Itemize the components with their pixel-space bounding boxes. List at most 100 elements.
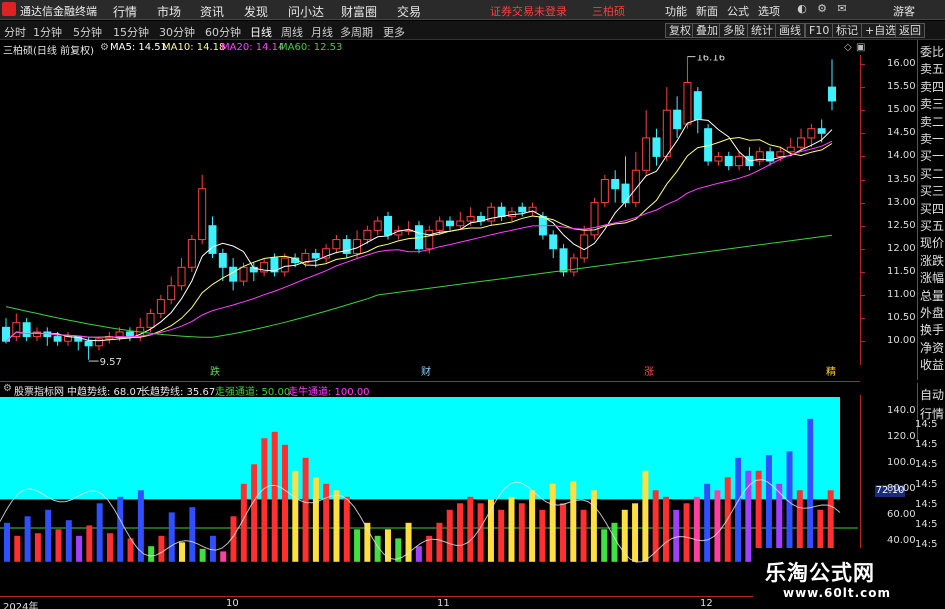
period-weekly[interactable]: 周线 (281, 24, 303, 40)
indicator-bar (148, 546, 155, 562)
price-tick (861, 225, 865, 227)
price-tick-label: 11.00 (887, 289, 916, 300)
candle-body (332, 239, 341, 250)
menu-ask[interactable]: 问小达 (288, 3, 324, 20)
gear-icon[interactable]: ⚙ (3, 383, 12, 394)
candle-body (456, 220, 465, 227)
menu-options[interactable]: 选项 (758, 3, 780, 19)
time-label-cut: 14:5 (915, 499, 938, 510)
indicator-bar (158, 535, 165, 562)
price-tick-label: 11.50 (887, 265, 916, 277)
menu-trade[interactable]: 交易 (397, 3, 421, 20)
period-1min[interactable]: 1分钟 (33, 24, 62, 40)
indicator-bar (302, 457, 309, 562)
quote-label: 收益 (920, 358, 945, 373)
period-multi[interactable]: 多周期 (340, 24, 373, 40)
indicator-bar (312, 477, 319, 562)
settings-icon[interactable]: ⚙ (815, 2, 829, 16)
price-tick (861, 179, 865, 181)
indicator-bar (457, 503, 464, 562)
quote-label: 现价 (920, 236, 945, 251)
candle-body (559, 248, 568, 273)
indicator-bar (106, 533, 113, 562)
price-tick-label: 10.50 (887, 312, 916, 324)
back-button[interactable]: 返回 (895, 23, 925, 38)
event-marker[interactable]: 财 (421, 365, 431, 378)
title-bar: 通达信金融终端 行情 市场 资讯 发现 问小达 财富圈 交易 证券交易未登录 三… (0, 0, 945, 20)
menu-markets[interactable]: 市场 (157, 3, 181, 20)
candle-body (828, 86, 836, 102)
adjust-button[interactable]: 复权 (665, 23, 695, 38)
candle-body (724, 155, 733, 167)
candle-body (518, 206, 527, 213)
statistics-button[interactable]: 统计 (747, 23, 777, 38)
indicator-bar (652, 490, 659, 562)
menu-function[interactable]: 功能 (665, 3, 687, 19)
event-marker[interactable]: 精 (826, 365, 836, 378)
period-5min[interactable]: 5分钟 (73, 24, 102, 40)
candlestick-chart[interactable]: 16.16 9.57 跌 财 涨 精 (0, 55, 860, 381)
candle-body (94, 338, 103, 347)
overlay-button[interactable]: 叠加 (692, 23, 722, 38)
menu-news[interactable]: 资讯 (200, 3, 224, 20)
menu-discover[interactable]: 发现 (244, 3, 268, 20)
quote-label: 卖二 (920, 114, 945, 129)
price-tick-label: 10.00 (887, 335, 916, 347)
price-tick (861, 295, 865, 296)
quote-label: 卖三 (920, 97, 945, 112)
indicator-bar (24, 516, 31, 562)
event-marker[interactable]: 涨 (644, 366, 654, 378)
candle-body (797, 137, 806, 148)
indicator-bar (590, 490, 597, 562)
menu-formula[interactable]: 公式 (727, 3, 749, 19)
indicator-chart[interactable] (0, 395, 860, 596)
candle-body (549, 234, 558, 250)
price-tick-label: 13.00 (887, 196, 916, 208)
candle-body (311, 252, 320, 259)
indicator-bar (508, 496, 515, 562)
gear-icon[interactable]: ⚙ (100, 42, 109, 53)
user-guest[interactable]: 游客 (893, 3, 915, 19)
quote-label: 卖五 (920, 62, 945, 77)
quote-label: 换手 (920, 323, 945, 338)
mark-button[interactable]: 标记 (832, 23, 862, 38)
time-label-cut: 14:5 (915, 519, 938, 530)
draw-line-button[interactable]: 画线 (775, 23, 805, 38)
quote-lower-label[interactable]: 自动 (920, 386, 945, 403)
menu-new-layout[interactable]: 新面 (696, 3, 718, 19)
indicator-bar (333, 490, 340, 562)
period-30min[interactable]: 30分钟 (159, 24, 195, 40)
candle-body (177, 266, 186, 287)
period-more[interactable]: 更多 (383, 24, 405, 40)
login-status[interactable]: 证券交易未登录 (490, 3, 567, 19)
indicator-bar (446, 509, 453, 562)
menu-market[interactable]: 行情 (113, 3, 137, 20)
theme-icon[interactable]: ◐ (795, 2, 809, 16)
candle-body (673, 109, 682, 130)
indicator-bar (570, 481, 577, 562)
menu-wealth[interactable]: 财富圈 (341, 3, 377, 20)
quote-label: 净资 (920, 340, 945, 355)
indicator-bar (292, 470, 299, 562)
f10-button[interactable]: F10 (805, 23, 834, 38)
collapse-icon[interactable]: ▣ (856, 42, 865, 53)
diamond-icon[interactable]: ◇ (844, 42, 852, 53)
ma-info-bar: 三柏硕(日线 前复权) ⚙ MA5: 14.51 MA10: 14.18 MA2… (0, 40, 915, 57)
indicator-bar (354, 529, 361, 562)
period-timeshare[interactable]: 分时 (4, 24, 26, 40)
indicator-bar (14, 535, 21, 562)
period-15min[interactable]: 15分钟 (113, 24, 149, 40)
indicator-bar (261, 438, 268, 562)
candle-body (600, 179, 609, 204)
period-60min[interactable]: 60分钟 (205, 24, 241, 40)
indicator-tick-label: 140.0 (887, 405, 916, 416)
multi-stock-button[interactable]: 多股 (719, 23, 749, 38)
watermark-url: www.60lt.com (783, 586, 892, 600)
period-monthly[interactable]: 月线 (311, 24, 333, 40)
candle-body (22, 322, 31, 338)
event-marker[interactable]: 跌 (210, 365, 220, 378)
message-icon[interactable]: ✉ (835, 2, 849, 16)
indicator-tick-label: 100.0 (887, 457, 916, 468)
candle-body (53, 336, 62, 342)
period-daily[interactable]: 日线 (250, 24, 272, 40)
